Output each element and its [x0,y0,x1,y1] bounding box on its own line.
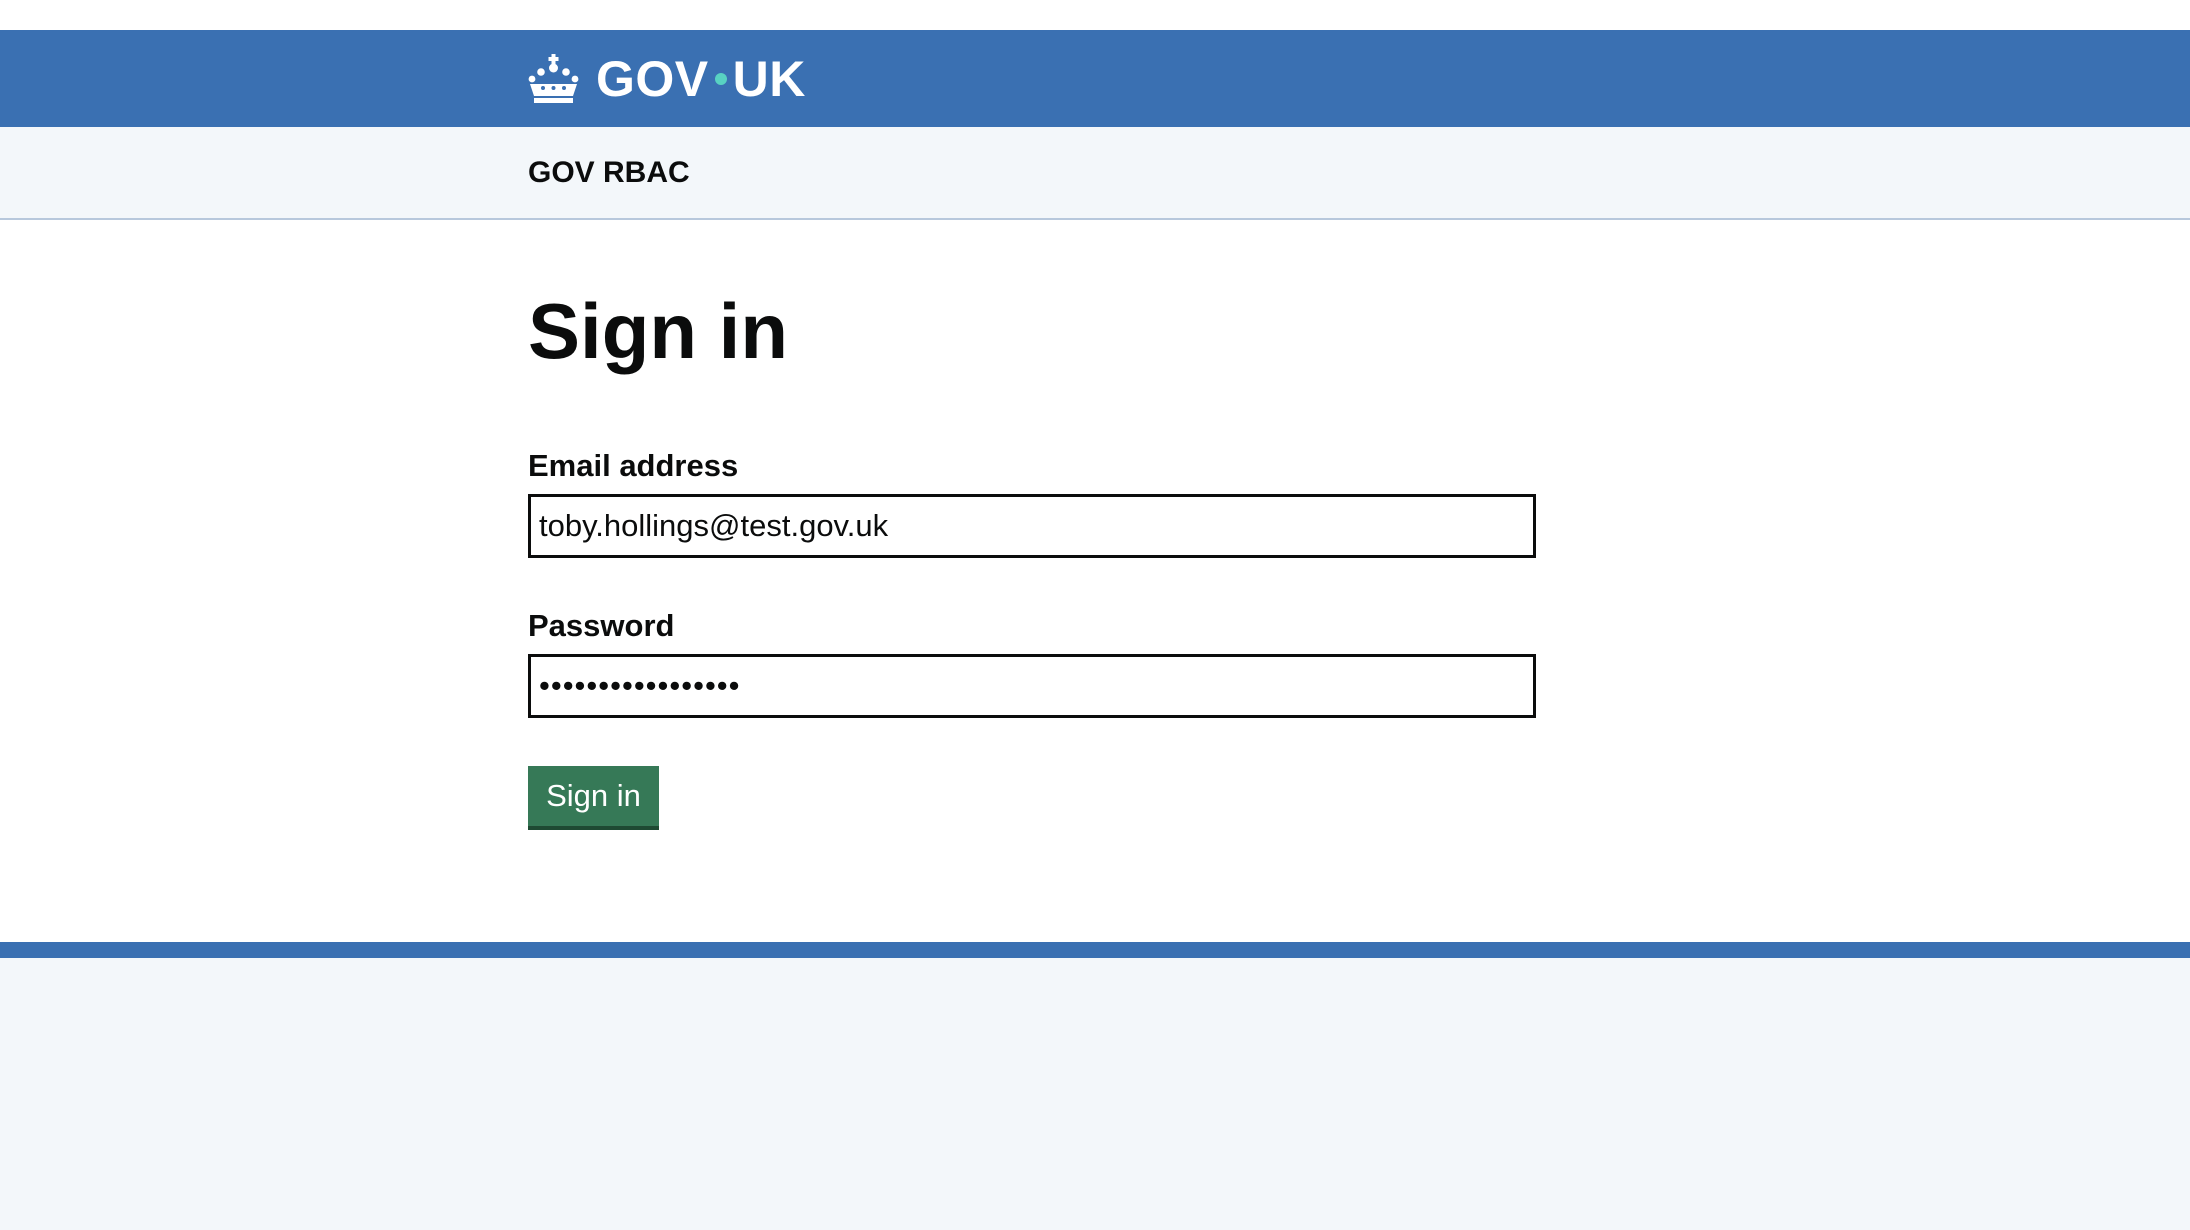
govuk-header: GOV UK [0,30,2190,127]
govuk-logotype: GOV UK [596,48,806,110]
logotype-dot-icon [714,73,727,85]
browser-top-strip [0,0,2190,30]
page-title: Sign in [528,287,788,375]
footer [0,942,2190,1230]
service-navigation: GOV RBAC [0,127,2190,220]
govuk-logo-link[interactable]: GOV UK [527,48,806,110]
email-field[interactable] [528,494,1536,558]
logotype-right: UK [732,51,806,107]
password-label: Password [528,608,675,643]
crown-icon [528,54,579,103]
logotype-left: GOV [596,51,709,107]
sign-in-button[interactable]: Sign in [528,766,659,826]
password-field[interactable] [528,654,1536,718]
email-label: Email address [528,448,739,483]
service-name-link[interactable]: GOV RBAC [528,155,690,191]
